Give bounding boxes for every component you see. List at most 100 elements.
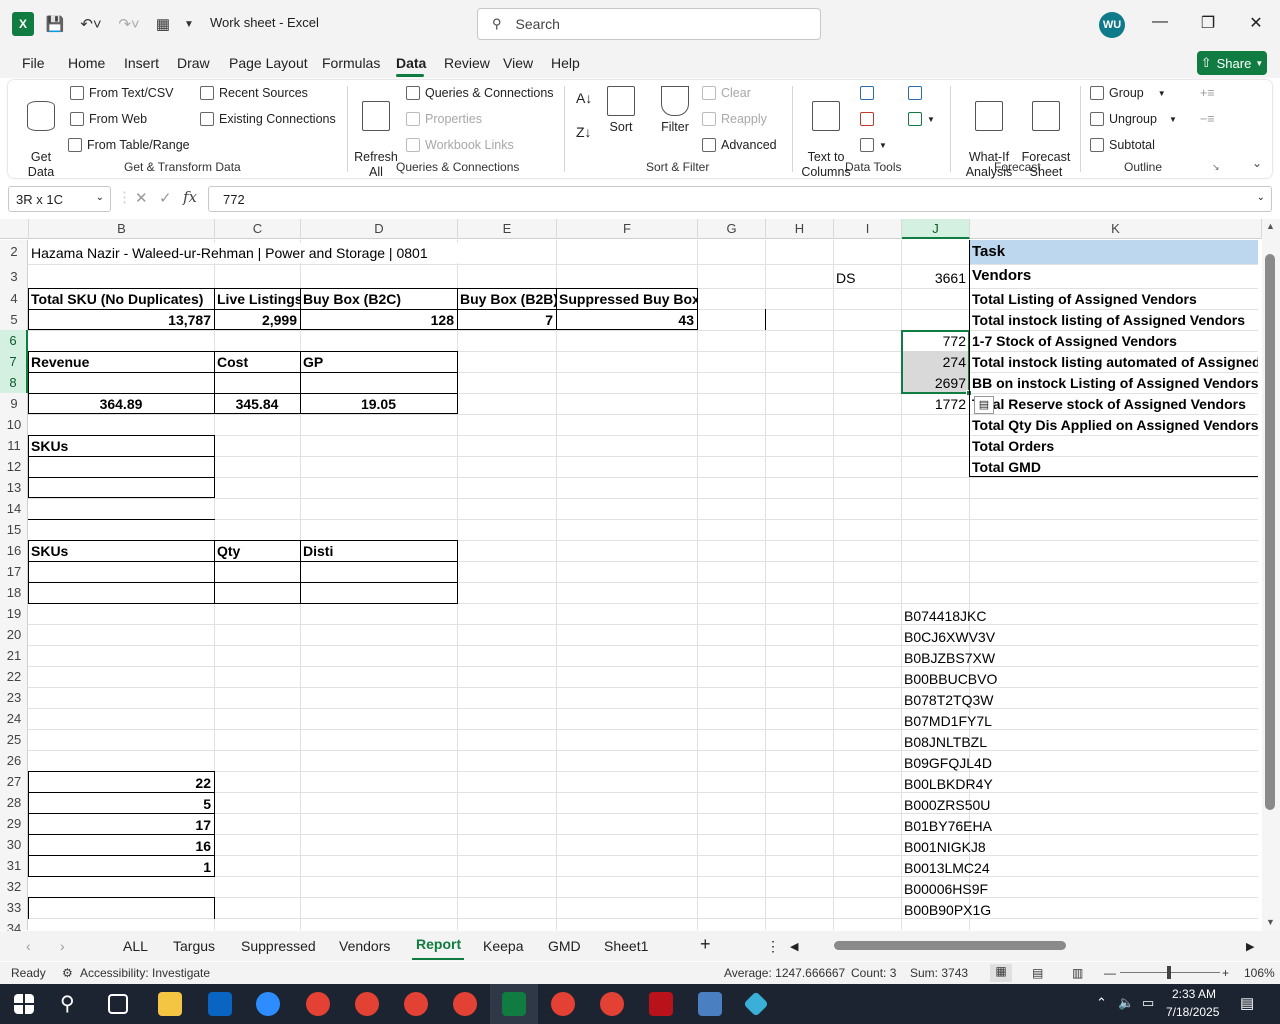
- column-header-k[interactable]: K: [970, 219, 1262, 239]
- row-header[interactable]: 31: [0, 858, 28, 873]
- value-cost[interactable]: 345.84: [214, 394, 300, 414]
- value-live-listings[interactable]: 2,999: [214, 310, 300, 330]
- task-item[interactable]: Total Orders: [969, 436, 1258, 456]
- header-live-listings[interactable]: Live Listings: [214, 289, 300, 309]
- sheet-tab-keepa[interactable]: Keepa: [483, 938, 523, 954]
- sheet-tab-sheet1[interactable]: Sheet1: [604, 938, 648, 954]
- asin-cell[interactable]: B08JNLTBZL: [901, 732, 1101, 752]
- row-header[interactable]: 11: [0, 438, 28, 453]
- header-cost[interactable]: Cost: [214, 352, 300, 372]
- column-header-h[interactable]: H: [766, 219, 834, 239]
- sheet-title-cell[interactable]: Hazama Nazir - Waleed-ur-Rehman | Power …: [28, 243, 468, 263]
- column-header-j[interactable]: J: [902, 219, 970, 239]
- column-header-e[interactable]: E: [458, 219, 557, 239]
- header-buy-box-b2c[interactable]: Buy Box (B2C): [300, 289, 457, 309]
- recent-sources-button[interactable]: Recent Sources: [200, 86, 308, 100]
- prev-sheet-icon[interactable]: ‹: [26, 938, 31, 954]
- tab-formulas[interactable]: Formulas: [322, 55, 380, 71]
- row-header[interactable]: 8: [0, 372, 28, 393]
- scroll-left-icon[interactable]: ◀: [790, 940, 798, 953]
- task-item[interactable]: 1-7 Stock of Assigned Vendors: [969, 331, 1258, 351]
- asin-cell[interactable]: B074418JKC: [901, 606, 1101, 626]
- asin-cell[interactable]: B09GFQJL4D: [901, 753, 1101, 773]
- column-header-b[interactable]: B: [29, 219, 215, 239]
- flash-fill-icon[interactable]: [860, 86, 879, 100]
- sort-descending-icon[interactable]: Z↓: [576, 124, 592, 140]
- taskbar-time[interactable]: 2:33 AM: [1172, 987, 1216, 1001]
- app-icon[interactable]: [743, 991, 769, 1017]
- formula-input[interactable]: 772 ⌄: [208, 186, 1272, 212]
- asin-cell[interactable]: B0CJ6XWV3V: [901, 627, 1101, 647]
- header-skus[interactable]: SKUs: [28, 436, 214, 456]
- minimize-icon[interactable]: —: [1148, 13, 1172, 35]
- tab-view[interactable]: View: [503, 55, 533, 71]
- row-header[interactable]: 32: [0, 879, 28, 894]
- chrome-icon[interactable]: [453, 992, 477, 1016]
- existing-connections-button[interactable]: Existing Connections: [200, 112, 336, 126]
- calculator-icon[interactable]: [698, 992, 722, 1016]
- row-header[interactable]: 18: [0, 585, 28, 600]
- header-disti[interactable]: Disti: [300, 541, 457, 561]
- filezilla-icon[interactable]: [649, 992, 673, 1016]
- tab-home[interactable]: Home: [68, 55, 105, 71]
- reserve-value-cell[interactable]: 1772: [901, 394, 969, 414]
- vertical-scroll-thumb[interactable]: [1265, 254, 1275, 810]
- header-gp[interactable]: GP: [300, 352, 457, 372]
- from-text-csv-button[interactable]: From Text/CSV: [70, 86, 174, 100]
- scroll-up-icon[interactable]: ▲: [1266, 221, 1275, 231]
- tab-page-layout[interactable]: Page Layout: [229, 55, 308, 71]
- tray-chevron-icon[interactable]: ⌃: [1096, 995, 1107, 1011]
- workbook-links-button[interactable]: Workbook Links: [406, 138, 514, 152]
- quick-analysis-icon[interactable]: ▤: [974, 396, 994, 414]
- row-header[interactable]: 22: [0, 669, 28, 684]
- chrome-icon[interactable]: [355, 992, 379, 1016]
- row-header[interactable]: 2: [0, 244, 28, 259]
- column-header-c[interactable]: C: [215, 219, 301, 239]
- task-item[interactable]: Total Reserve stock of Assigned Vendors: [969, 394, 1258, 414]
- row-header[interactable]: 33: [0, 900, 28, 915]
- row-header[interactable]: 26: [0, 753, 28, 768]
- row-header[interactable]: 28: [0, 795, 28, 810]
- row-header[interactable]: 15: [0, 522, 28, 537]
- accessibility-icon[interactable]: ⚙: [62, 966, 73, 980]
- row-header[interactable]: 17: [0, 564, 28, 579]
- header-revenue[interactable]: Revenue: [28, 352, 214, 372]
- row-header[interactable]: 6: [0, 330, 28, 351]
- worksheet-grid[interactable]: Hazama Nazir - Waleed-ur-Rehman | Power …: [28, 240, 1258, 930]
- row-header[interactable]: 16: [0, 543, 28, 558]
- row-header[interactable]: 14: [0, 501, 28, 516]
- subtotal-button[interactable]: Subtotal: [1090, 138, 1155, 152]
- asin-cell[interactable]: B078T2TQ3W: [901, 690, 1101, 710]
- normal-view-icon[interactable]: ▦: [990, 964, 1012, 982]
- data-model-icon[interactable]: ▼: [908, 112, 935, 126]
- count-cell[interactable]: 17: [28, 815, 214, 835]
- data-validation-icon[interactable]: ▼: [860, 138, 887, 152]
- task-item[interactable]: BB on instock Listing of Assigned Vendor…: [969, 373, 1258, 393]
- search-icon[interactable]: ⚲: [60, 992, 84, 1016]
- count-cell[interactable]: 1: [28, 857, 214, 877]
- sheet-tab-vendors[interactable]: Vendors: [339, 938, 390, 954]
- sheet-tab-all[interactable]: ALL: [123, 938, 148, 954]
- row-header[interactable]: 25: [0, 732, 28, 747]
- from-table-range-button[interactable]: From Table/Range: [68, 138, 190, 152]
- sort-ascending-icon[interactable]: A↓: [576, 90, 592, 106]
- search-box[interactable]: ⚲ Search: [477, 8, 821, 40]
- status-average[interactable]: Average: 1247.666667: [724, 966, 845, 980]
- zoom-icon[interactable]: [256, 992, 280, 1016]
- asin-cell[interactable]: B00B90PX1G: [901, 900, 1101, 920]
- asin-cell[interactable]: B000ZRS50U: [901, 795, 1101, 815]
- task-item[interactable]: Total Qty Dis Applied on Assigned Vendor…: [969, 415, 1258, 435]
- hide-detail-icon[interactable]: −≡: [1200, 112, 1215, 126]
- next-sheet-icon[interactable]: ›: [60, 938, 65, 954]
- row-header[interactable]: 30: [0, 837, 28, 852]
- task-view-icon[interactable]: [108, 994, 128, 1014]
- row-header[interactable]: 10: [0, 417, 28, 432]
- scroll-down-icon[interactable]: ▼: [1266, 917, 1275, 927]
- asin-cell[interactable]: B00BBUCBVO: [901, 669, 1101, 689]
- enter-icon[interactable]: ✓: [159, 189, 172, 207]
- value-total-sku[interactable]: 13,787: [28, 310, 214, 330]
- task-item[interactable]: Total GMD: [969, 457, 1258, 477]
- row-header[interactable]: 29: [0, 816, 28, 831]
- sheet-tab-gmd[interactable]: GMD: [548, 938, 581, 954]
- select-all-corner[interactable]: [0, 219, 29, 239]
